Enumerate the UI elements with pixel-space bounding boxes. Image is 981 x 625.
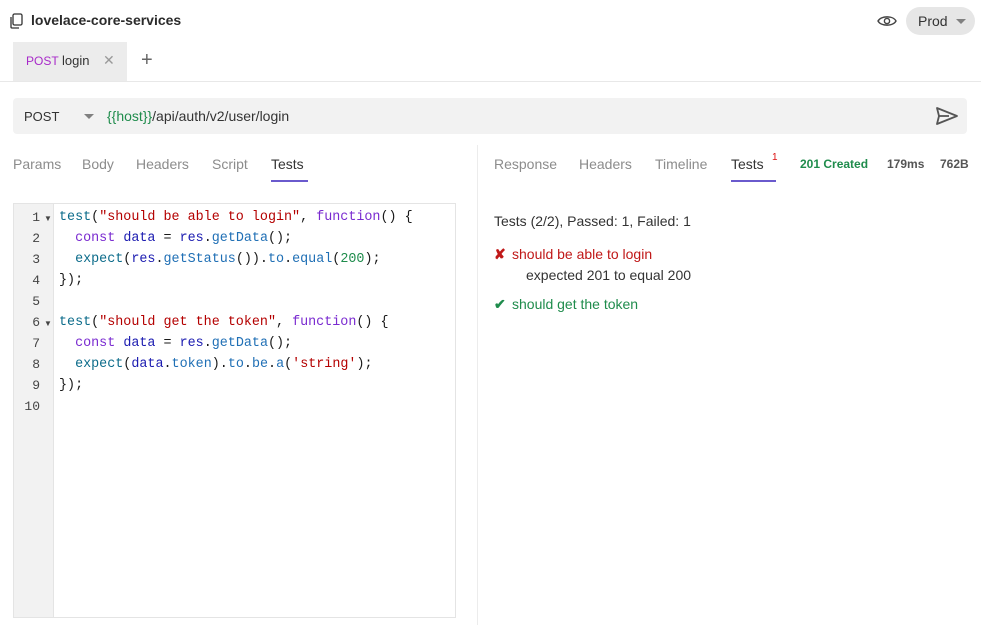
request-tab-login[interactable]: POST login ✕ — [13, 42, 127, 81]
cross-icon: ✘ — [494, 246, 506, 262]
fold-arrow-icon[interactable]: ▼ — [44, 214, 52, 223]
tab-timeline[interactable]: Timeline — [655, 156, 707, 172]
check-icon: ✔ — [494, 296, 506, 312]
chevron-down-icon[interactable] — [84, 114, 94, 119]
request-tab-method: POST — [26, 54, 59, 68]
line-number: 4 — [32, 273, 40, 288]
environment-label: Prod — [918, 13, 948, 29]
code-line: }); — [59, 378, 84, 393]
code-line: }); — [59, 273, 84, 288]
method-select[interactable]: POST — [24, 109, 59, 124]
line-number: 1 — [32, 210, 40, 225]
active-tab-indicator — [271, 180, 308, 182]
code-line: test("should be able to login", function… — [59, 210, 413, 225]
request-tab-name: login — [62, 53, 90, 68]
line-number-gutter: 1 ▼ 2 3 4 5 6 ▼ 7 8 9 10 — [14, 204, 54, 617]
tab-tests[interactable]: Tests — [271, 156, 304, 172]
tab-body[interactable]: Body — [82, 156, 114, 172]
line-number: 5 — [32, 294, 40, 309]
failed-tests-badge: 1 — [772, 152, 778, 163]
code-editor[interactable]: 1 ▼ 2 3 4 5 6 ▼ 7 8 9 10 test("should be… — [13, 203, 456, 618]
plus-icon[interactable]: + — [141, 49, 153, 72]
url-input[interactable]: {{host}}/api/auth/v2/user/login — [107, 108, 289, 124]
top-header: lovelace-core-services Prod — [0, 0, 981, 42]
test-name: should be able to login — [512, 246, 653, 262]
line-number: 6 — [32, 315, 40, 330]
collection-icon — [10, 13, 23, 29]
test-failure-detail: expected 201 to equal 200 — [526, 267, 692, 283]
test-result-failed: ✘ should be able to login — [494, 246, 652, 263]
fold-arrow-icon[interactable]: ▼ — [44, 319, 52, 328]
response-time: 179ms — [887, 157, 925, 171]
test-result-passed: ✔ should get the token — [494, 296, 638, 313]
code-line: test("should get the token", function() … — [59, 315, 389, 330]
response-size: 762B — [940, 157, 969, 171]
chevron-down-icon — [956, 19, 966, 24]
tests-summary: Tests (2/2), Passed: 1, Failed: 1 — [494, 213, 691, 229]
active-tab-indicator — [731, 180, 776, 182]
url-host-variable: {{host}} — [107, 108, 153, 124]
code-line: expect(res.getStatus()).to.equal(200); — [75, 252, 381, 267]
code-line: expect(data.token).to.be.a('string'); — [75, 357, 373, 372]
environment-select[interactable]: Prod — [906, 7, 975, 35]
url-path: /api/auth/v2/user/login — [152, 108, 290, 124]
line-number: 9 — [32, 378, 40, 393]
eye-icon[interactable] — [877, 13, 897, 29]
tab-headers[interactable]: Headers — [136, 156, 189, 172]
test-name: should get the token — [512, 296, 639, 312]
line-number: 3 — [32, 252, 40, 267]
url-bar: POST {{host}}/api/auth/v2/user/login — [13, 98, 967, 134]
code-line: const data = res.getData(); — [75, 336, 293, 351]
collection-name: lovelace-core-services — [31, 12, 182, 28]
status-badge: 201 Created — [800, 157, 869, 171]
line-number: 10 — [24, 399, 40, 414]
line-number: 8 — [32, 357, 40, 372]
line-number: 7 — [32, 336, 40, 351]
send-icon[interactable] — [935, 106, 959, 126]
pane-divider[interactable] — [477, 145, 478, 625]
tab-response-headers[interactable]: Headers — [579, 156, 632, 172]
tab-response[interactable]: Response — [494, 156, 557, 172]
line-number: 2 — [32, 231, 40, 246]
request-tab-strip: POST login ✕ + — [0, 42, 981, 82]
close-icon[interactable]: ✕ — [103, 52, 115, 69]
tab-script[interactable]: Script — [212, 156, 248, 172]
code-line: const data = res.getData(); — [75, 231, 293, 246]
tab-response-tests[interactable]: Tests — [731, 156, 764, 172]
tab-params[interactable]: Params — [13, 156, 61, 172]
